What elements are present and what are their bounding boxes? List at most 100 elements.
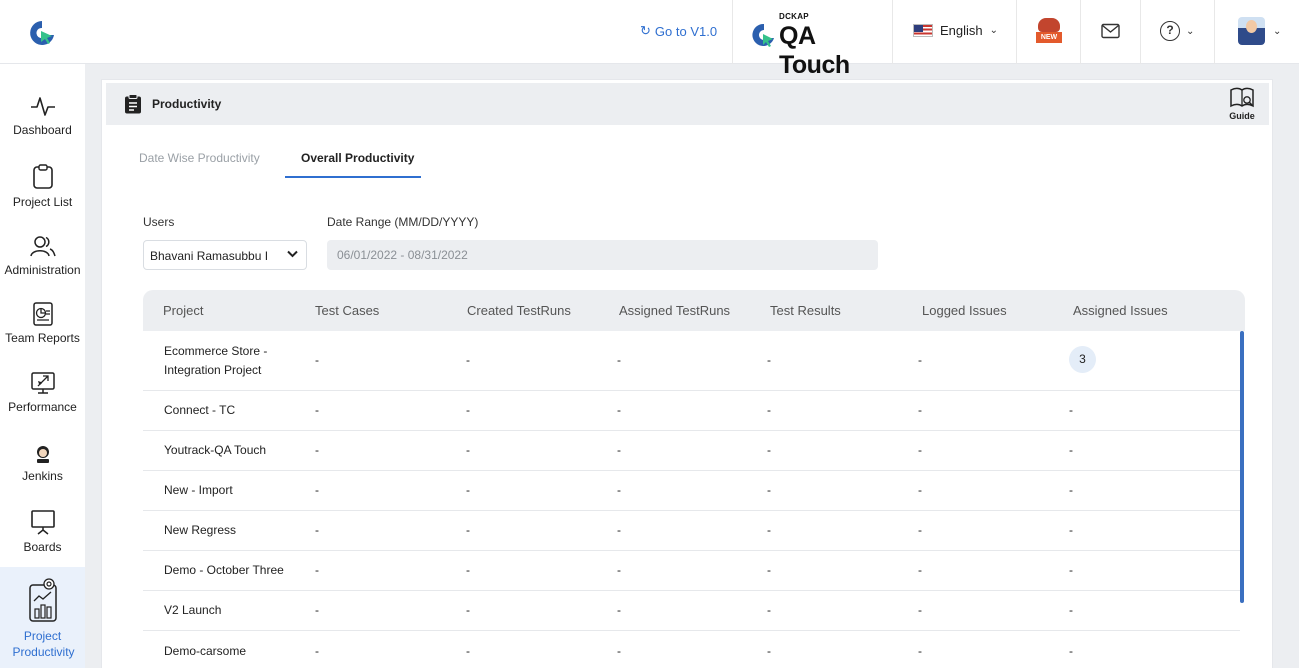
avatar (1238, 17, 1265, 45)
assigned-issues-cell: - (1069, 644, 1073, 658)
divider (1214, 0, 1215, 64)
table-row[interactable]: Youtrack-QA Touch - - - - - - (143, 431, 1240, 471)
sidebar-item-jenkins[interactable]: Jenkins (0, 444, 85, 483)
sidebar-item-team-reports[interactable]: Team Reports (0, 302, 85, 345)
created-testruns-cell: - (466, 353, 470, 367)
sidebar-item-dashboard[interactable]: Dashboard (0, 94, 85, 137)
created-testruns-cell: - (466, 563, 470, 577)
sidebar-item-label: Jenkins (22, 469, 63, 483)
table-header: Project Test Cases Created TestRuns Assi… (143, 290, 1245, 331)
guide-label: Guide (1229, 111, 1255, 121)
divider (892, 0, 893, 64)
table-row[interactable]: V2 Launch - - - - - - (143, 591, 1240, 631)
new-badge: NEW (1036, 32, 1062, 43)
divider (1140, 0, 1141, 64)
created-testruns-cell: - (466, 644, 470, 658)
goto-v1-link[interactable]: ↻ Go to V1.0 (640, 23, 717, 39)
table-scrollbar[interactable] (1240, 331, 1244, 603)
table-row[interactable]: Ecommerce Store - Integration Project - … (143, 331, 1240, 391)
chevron-down-icon: ⌄ (1186, 25, 1195, 37)
logged-issues-cell: - (918, 403, 922, 417)
brand-small-text: DCKAP (779, 12, 809, 21)
project-name: Connect - TC (164, 403, 236, 417)
sidebar-item-label: Team Reports (5, 331, 80, 345)
activity-icon (30, 97, 55, 116)
sidebar-item-label: Project List (12, 195, 73, 209)
table-row[interactable]: Demo - October Three - - - - - - (143, 551, 1240, 591)
performance-icon (30, 372, 55, 394)
page-header: Productivity (106, 83, 1269, 125)
column-header-assigned-issues: Assigned Issues (1073, 303, 1168, 318)
project-name: Demo-carsome (164, 644, 247, 658)
created-testruns-cell: - (466, 603, 470, 617)
assigned-issues-cell: - (1069, 563, 1073, 577)
test-cases-cell: - (315, 563, 319, 577)
table-row[interactable]: Demo-carsome - - - - - - (143, 631, 1240, 668)
logged-issues-cell: - (918, 603, 922, 617)
test-cases-cell: - (315, 403, 319, 417)
created-testruns-cell: - (466, 443, 470, 457)
table-row[interactable]: New - Import - - - - - - (143, 471, 1240, 511)
test-results-cell: - (767, 644, 771, 658)
column-header-project: Project (163, 303, 204, 318)
tab-overall-productivity[interactable]: Overall Productivity (301, 151, 414, 165)
test-results-cell: - (767, 353, 771, 367)
assigned-issues-cell: - (1069, 403, 1073, 417)
column-header-assigned-testruns: Assigned TestRuns (619, 303, 731, 318)
guide-button[interactable]: Guide (1228, 87, 1256, 121)
test-cases-cell: - (315, 443, 319, 457)
board-icon (30, 510, 55, 535)
sidebar-item-label: Performance (8, 400, 77, 414)
assigned-testruns-cell: - (617, 353, 621, 367)
sidebar-item-boards[interactable]: Boards (0, 509, 85, 554)
user-menu[interactable]: ⌄ (1238, 17, 1281, 45)
sidebar-item-administration[interactable]: Administration (0, 234, 85, 277)
brand-name: QA Touch (779, 22, 850, 79)
test-results-cell: - (767, 563, 771, 577)
goto-v1-label: Go to V1.0 (654, 23, 718, 39)
column-header-test-results: Test Results (770, 303, 841, 318)
assigned-issues-cell: - (1069, 483, 1073, 497)
assigned-issues-count-badge[interactable]: 3 (1069, 346, 1096, 373)
sidebar-item-performance[interactable]: Performance (0, 371, 85, 414)
test-results-cell: - (767, 603, 771, 617)
assigned-testruns-cell: - (617, 563, 621, 577)
table-row[interactable]: New Regress - - - - - - (143, 511, 1240, 551)
project-name: Ecommerce Store - Integration Project (164, 344, 268, 377)
column-header-created-testruns: Created TestRuns (467, 303, 571, 318)
logged-issues-cell: - (918, 644, 922, 658)
divider (1080, 0, 1081, 64)
logged-issues-cell: - (918, 353, 922, 367)
logged-issues-cell: - (918, 523, 922, 537)
logged-issues-cell: - (918, 563, 922, 577)
assigned-testruns-cell: - (617, 523, 621, 537)
report-icon (32, 302, 53, 326)
created-testruns-cell: - (466, 523, 470, 537)
brand-logo: DCKAP QA Touch (752, 12, 877, 79)
project-name: Youtrack-QA Touch (164, 443, 267, 457)
project-name: New Regress (164, 523, 237, 537)
sidebar-item-project-list[interactable]: Project List (0, 164, 85, 209)
clipboard-icon (32, 164, 53, 189)
clipboard-icon (125, 94, 141, 114)
refresh-icon: ↻ (640, 23, 651, 38)
test-cases-cell: - (315, 603, 319, 617)
tab-date-wise-productivity[interactable]: Date Wise Productivity (139, 151, 260, 165)
language-selector[interactable]: English ⌄ (913, 23, 998, 38)
table-row[interactable]: Connect - TC - - - - - - (143, 391, 1240, 431)
top-bar: ↻ Go to V1.0 DCKAP QA Touch English ⌄ NE… (0, 0, 1299, 79)
sidebar-item-project-productivity[interactable]: Project Productivity (0, 567, 85, 668)
help-menu[interactable]: ? ⌄ (1160, 21, 1194, 41)
logged-issues-cell: - (918, 483, 922, 497)
assigned-testruns-cell: - (617, 483, 621, 497)
app-logo-icon[interactable] (28, 19, 56, 47)
whats-new-button[interactable]: NEW (1036, 18, 1062, 44)
date-range-field[interactable]: 06/01/2022 - 08/31/2022 (327, 240, 878, 270)
test-results-cell: - (767, 523, 771, 537)
mail-icon[interactable] (1101, 23, 1120, 39)
project-name: V2 Launch (164, 603, 222, 617)
users-select[interactable]: Bhavani Ramasubbu I (143, 240, 307, 270)
us-flag-icon (913, 24, 933, 37)
assigned-issues-cell: - (1069, 523, 1073, 537)
sidebar-item-label: Boards (23, 540, 62, 554)
